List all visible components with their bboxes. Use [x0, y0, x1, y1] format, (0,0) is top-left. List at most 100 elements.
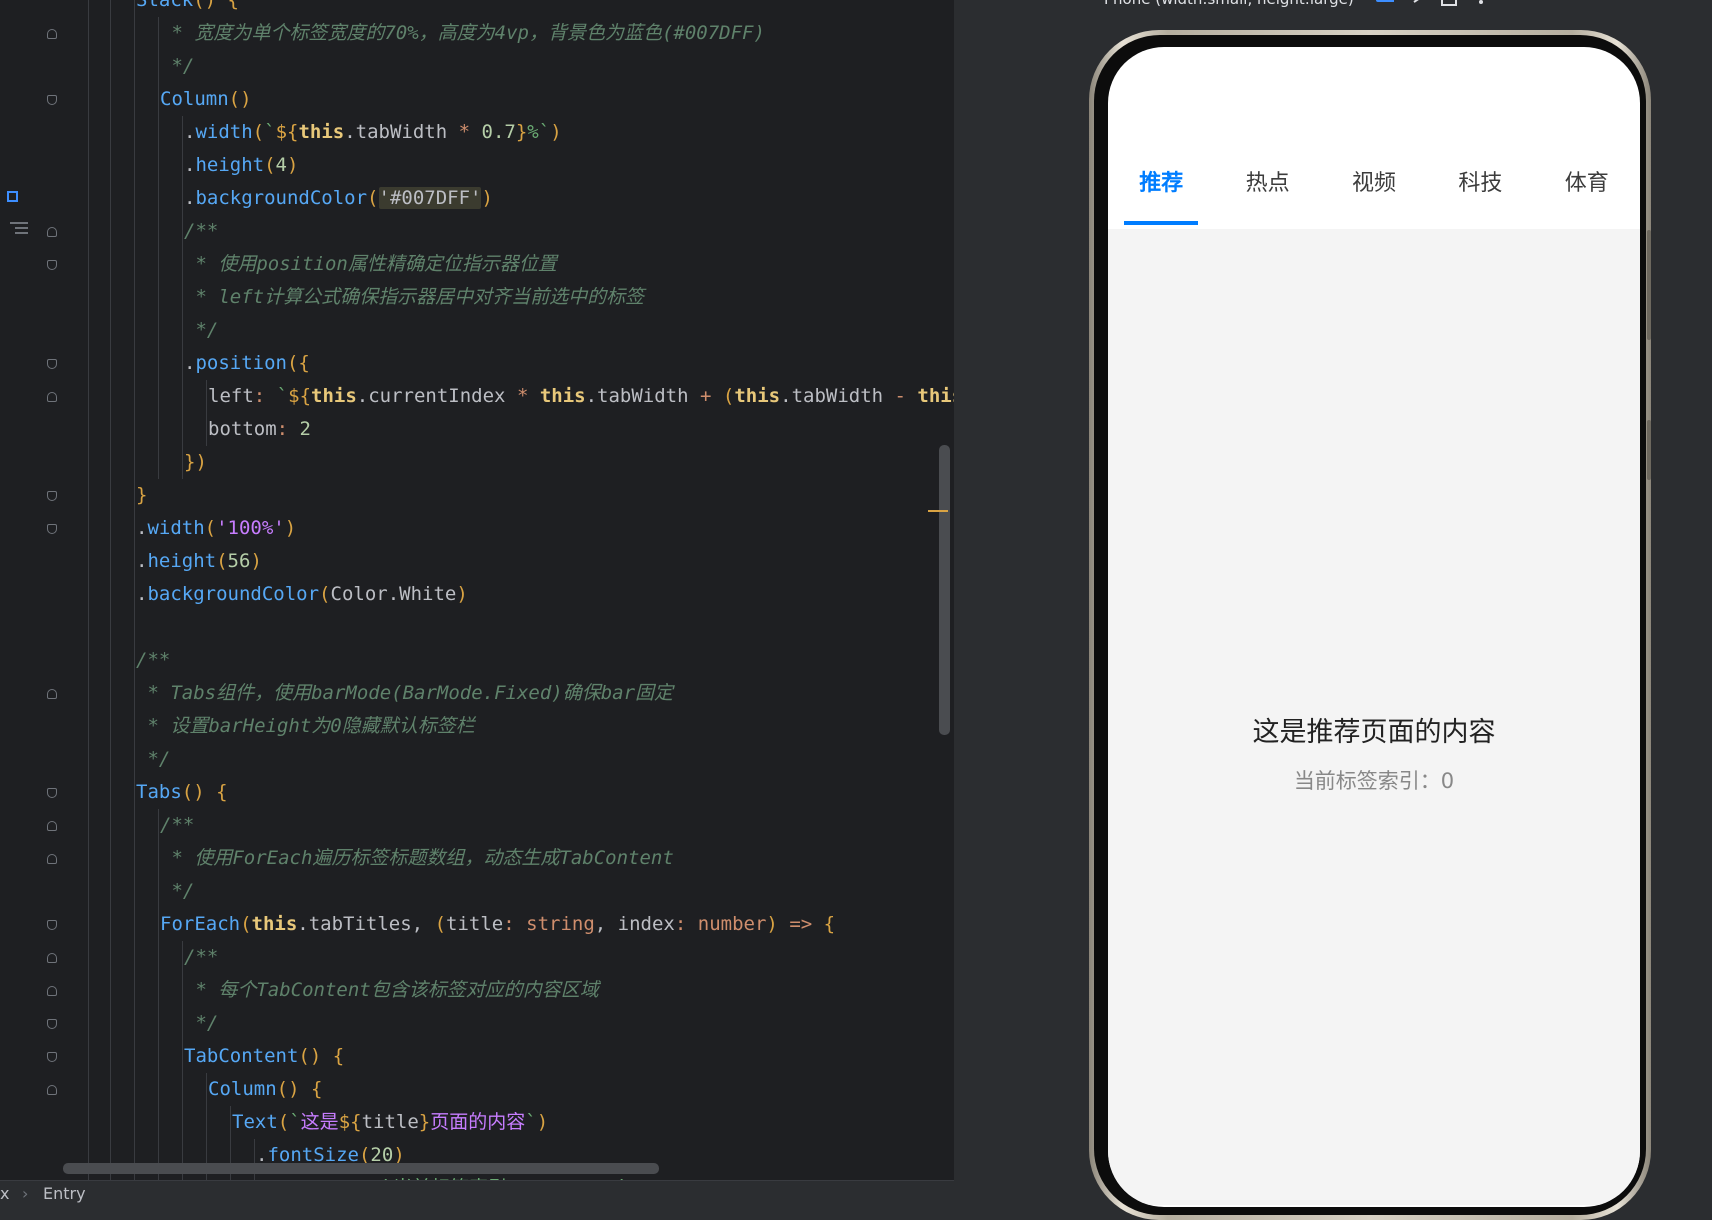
code-line[interactable]: }) — [88, 446, 954, 479]
indent-guide — [110, 1040, 111, 1073]
breadcrumb-item[interactable]: Entry — [43, 1184, 86, 1203]
code-line[interactable]: Tabs() { — [88, 776, 954, 809]
code-token: * Tabs组件，使用barMode(BarMode.Fixed)确保bar固定 — [136, 682, 674, 704]
structure-icon[interactable] — [10, 222, 28, 236]
fold-marker-icon[interactable] — [46, 951, 58, 965]
fold-marker-icon[interactable] — [46, 225, 58, 239]
more-icon[interactable] — [1476, 0, 1496, 8]
code-line[interactable]: .width(`${this.tabWidth * 0.7}%`) — [88, 116, 954, 149]
fold-marker-icon[interactable] — [46, 984, 58, 998]
code-line[interactable]: Stack() { — [88, 0, 954, 17]
code-line[interactable]: Column() — [88, 83, 954, 116]
tab-item[interactable]: 体育 — [1534, 167, 1640, 201]
fold-marker-icon[interactable] — [46, 918, 58, 932]
indent-guide — [158, 1040, 159, 1073]
tab-item[interactable]: 视频 — [1321, 167, 1427, 201]
code-line[interactable]: */ — [88, 50, 954, 83]
fold-marker-icon[interactable] — [46, 1050, 58, 1064]
code-token: . — [184, 352, 196, 374]
content-index-label: 当前标签索引：0 — [1293, 769, 1455, 793]
code-line[interactable]: /** — [88, 644, 954, 677]
fold-marker-icon[interactable] — [46, 852, 58, 866]
code-token: () — [228, 88, 252, 110]
code-area[interactable]: Stack() { * 宽度为单个标签宽度的70%，高度为4vp，背景色为蓝色(… — [88, 0, 954, 1205]
indent-guide — [134, 710, 135, 743]
code-line[interactable]: * 每个TabContent包含该标签对应的内容区域 — [88, 974, 954, 1007]
code-line[interactable]: * 设置barHeight为0隐藏默认标签栏 — [88, 710, 954, 743]
indent-guide — [134, 512, 135, 545]
code-line[interactable]: .height(4) — [88, 149, 954, 182]
code-line[interactable]: /** — [88, 941, 954, 974]
code-line[interactable]: */ — [88, 875, 954, 908]
fold-marker-icon[interactable] — [46, 93, 58, 107]
code-token: : — [276, 418, 289, 440]
code-line[interactable]: Column() { — [88, 1073, 954, 1106]
code-line[interactable]: .position({ — [88, 347, 954, 380]
code-token: * 宽度为单个标签宽度的70%，高度为4vp，背景色为蓝色(#007DFF) — [160, 22, 765, 44]
indent-guide — [110, 842, 111, 875]
code-token: this — [298, 121, 345, 143]
code-line[interactable]: */ — [88, 743, 954, 776]
code-token: * 设置barHeight为0隐藏默认标签栏 — [136, 715, 475, 737]
multi-device-icon[interactable] — [1439, 0, 1459, 8]
indent-guide — [134, 248, 135, 281]
power-button — [1647, 420, 1651, 480]
fold-marker-icon[interactable] — [46, 1083, 58, 1097]
code-line[interactable]: bottom: 2 — [88, 413, 954, 446]
fold-marker-icon[interactable] — [46, 258, 58, 272]
code-text: .height(56) — [136, 545, 262, 578]
tab-item[interactable]: 科技 — [1427, 167, 1533, 201]
indent-guide — [134, 83, 135, 116]
code-token: backgroundColor — [147, 583, 320, 605]
code-token: ( — [264, 154, 276, 176]
breadcrumb-item[interactable]: x — [0, 1184, 9, 1203]
code-line[interactable]: * 宽度为单个标签宽度的70%，高度为4vp，背景色为蓝色(#007DFF) — [88, 17, 954, 50]
code-token: this — [311, 385, 357, 407]
bookmark-icon[interactable] — [7, 191, 18, 202]
code-line[interactable]: .backgroundColor(Color.White) — [88, 578, 954, 611]
fold-marker-icon[interactable] — [46, 489, 58, 503]
code-line[interactable]: */ — [88, 314, 954, 347]
fold-marker-icon[interactable] — [46, 1017, 58, 1031]
fold-marker-icon[interactable] — [46, 522, 58, 536]
back-icon[interactable] — [1409, 0, 1429, 8]
code-line[interactable]: .height(56) — [88, 545, 954, 578]
fold-marker-icon[interactable] — [46, 27, 58, 41]
indent-guide — [134, 413, 135, 446]
horizontal-scrollbar[interactable] — [63, 1163, 659, 1174]
indent-guide — [134, 215, 135, 248]
fold-marker-icon[interactable] — [46, 390, 58, 404]
fold-marker-icon[interactable] — [46, 687, 58, 701]
code-line[interactable] — [88, 611, 954, 644]
rotate-icon[interactable] — [1374, 0, 1394, 8]
vertical-scrollbar[interactable] — [939, 445, 950, 735]
code-line[interactable]: left: `${this.currentIndex * this.tabWid… — [88, 380, 954, 413]
code-line[interactable]: * 使用position属性精确定位指示器位置 — [88, 248, 954, 281]
code-line[interactable]: .backgroundColor('#007DFF') — [88, 182, 954, 215]
code-line[interactable]: } — [88, 479, 954, 512]
code-line[interactable]: /** — [88, 215, 954, 248]
code-token: */ — [184, 319, 219, 341]
code-text: */ — [184, 1007, 218, 1040]
fold-marker-icon[interactable] — [46, 819, 58, 833]
indent-guide — [110, 1106, 111, 1139]
fold-marker-icon[interactable] — [46, 786, 58, 800]
code-editor[interactable]: Stack() { * 宽度为单个标签宽度的70%，高度为4vp，背景色为蓝色(… — [0, 0, 954, 1205]
code-line[interactable]: ForEach(this.tabTitles, (title: string, … — [88, 908, 954, 941]
code-line[interactable]: /** — [88, 809, 954, 842]
code-line[interactable]: .width('100%') — [88, 512, 954, 545]
indent-guide — [134, 941, 135, 974]
code-text: * left计算公式确保指示器居中对齐当前选中的标签 — [184, 281, 644, 314]
code-line[interactable]: * 使用ForEach遍历标签标题数组，动态生成TabContent — [88, 842, 954, 875]
editor-gutter — [0, 0, 89, 1180]
code-token: ) — [550, 121, 562, 143]
code-line[interactable]: Text(`这是${title}页面的内容`) — [88, 1106, 954, 1139]
code-line[interactable]: TabContent() { — [88, 1040, 954, 1073]
fold-marker-icon[interactable] — [46, 357, 58, 371]
code-line[interactable]: * left计算公式确保指示器居中对齐当前选中的标签 — [88, 281, 954, 314]
tab-item[interactable]: 热点 — [1214, 167, 1320, 201]
code-line[interactable]: * Tabs组件，使用barMode(BarMode.Fixed)确保bar固定 — [88, 677, 954, 710]
code-line[interactable]: */ — [88, 1007, 954, 1040]
tab-item[interactable]: 推荐 — [1108, 167, 1214, 201]
indent-guide — [110, 545, 111, 578]
